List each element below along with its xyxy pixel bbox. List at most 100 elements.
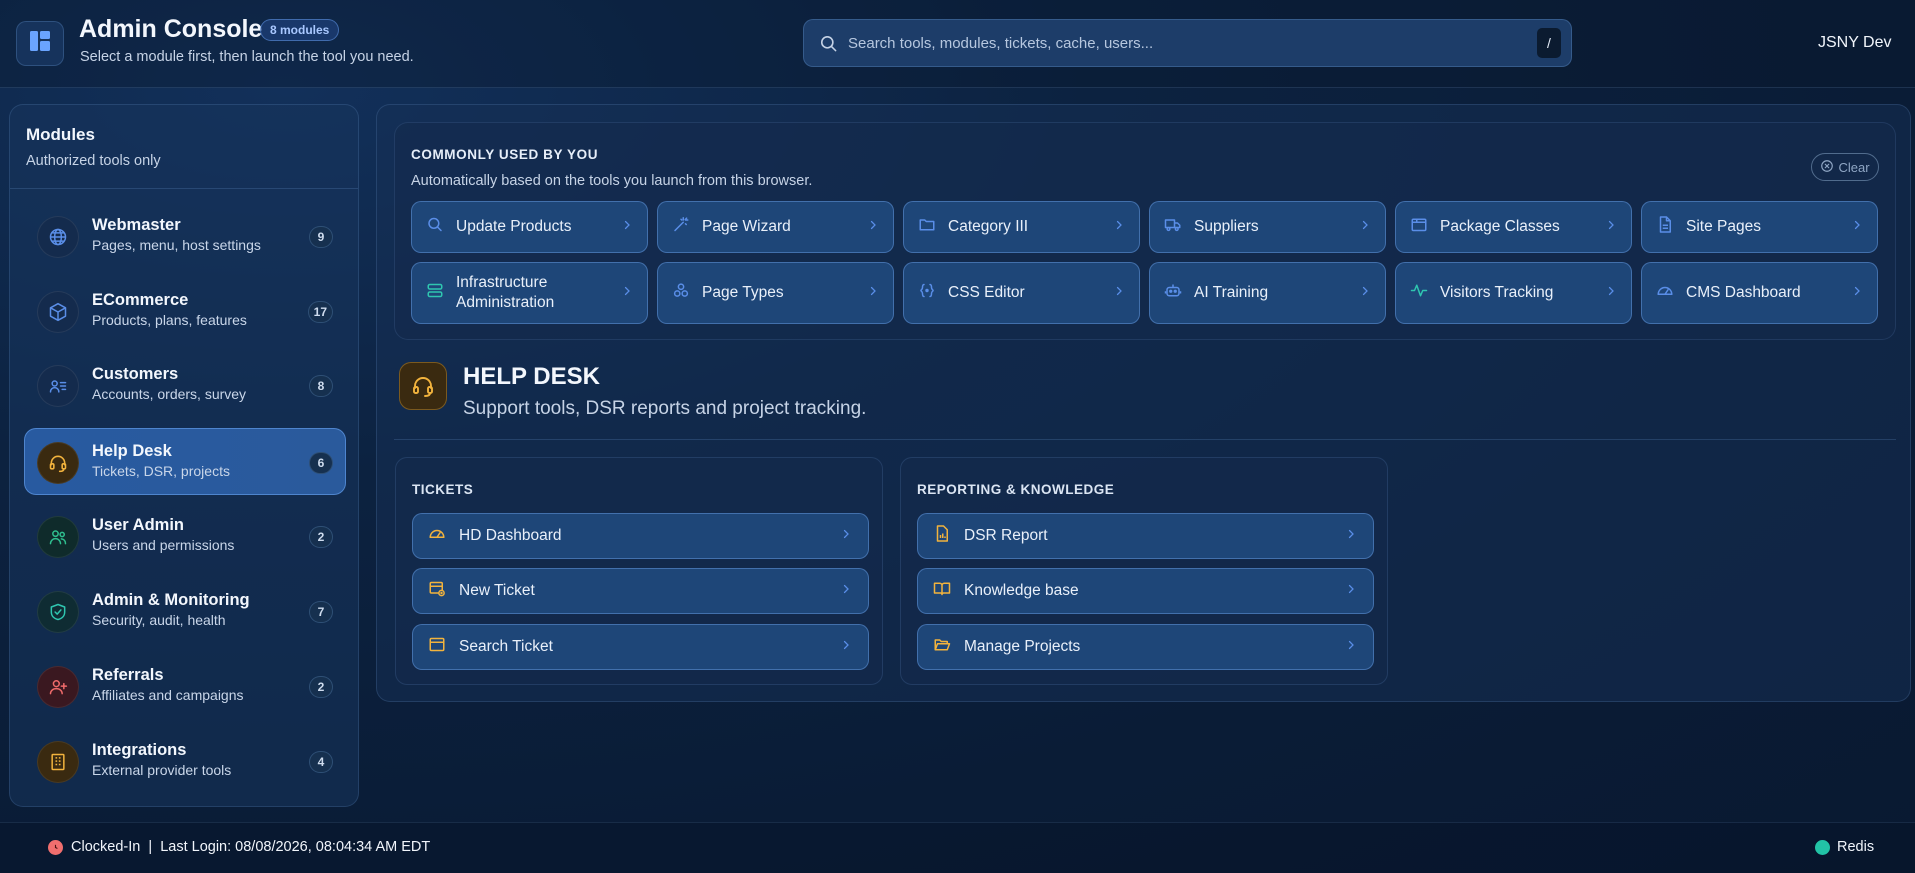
tool-label: HD Dashboard bbox=[459, 527, 562, 544]
sidebar-item-user-admin[interactable]: User Admin Users and permissions 2 bbox=[24, 502, 346, 569]
tool-label: CMS Dashboard bbox=[1686, 284, 1801, 301]
tool-label: Suppliers bbox=[1194, 218, 1259, 235]
tool-dsr-report[interactable]: DSR Report bbox=[917, 513, 1374, 559]
section-subtitle: Automatically based on the tools you lau… bbox=[411, 173, 813, 189]
module-name: ECommerce bbox=[92, 291, 189, 309]
tool-label: Page Wizard bbox=[702, 218, 791, 235]
user-menu[interactable]: JSNY Dev bbox=[1818, 34, 1892, 52]
tool-label: Infrastructure Administration bbox=[456, 274, 555, 311]
group-tickets: TICKETS HD Dashboard New Ticket Search T… bbox=[395, 457, 883, 685]
robot-icon bbox=[1164, 282, 1182, 305]
app-subtitle: Select a module first, then launch the t… bbox=[80, 49, 414, 65]
folder-open-icon bbox=[933, 636, 951, 659]
chevron-right-icon bbox=[1113, 218, 1125, 236]
module-name: User Admin bbox=[92, 516, 184, 534]
chevron-right-icon bbox=[621, 284, 633, 302]
chevron-right-icon bbox=[867, 284, 879, 302]
module-name: Admin & Monitoring bbox=[92, 591, 250, 609]
main-panel: COMMONLY USED BY YOU Automatically based… bbox=[376, 104, 1911, 702]
recent-tool-site-pages[interactable]: Site Pages bbox=[1641, 201, 1878, 253]
tool-search-ticket[interactable]: Search Ticket bbox=[412, 624, 869, 670]
ticket-plus-icon bbox=[428, 580, 446, 603]
tool-new-ticket[interactable]: New Ticket bbox=[412, 568, 869, 614]
recent-tool-visitors-tracking[interactable]: Visitors Tracking bbox=[1395, 262, 1632, 324]
clock-status-icon bbox=[48, 840, 63, 855]
headset-icon bbox=[37, 442, 79, 484]
tool-label: Update Products bbox=[456, 218, 572, 235]
sidebar-item-customers[interactable]: Customers Accounts, orders, survey 8 bbox=[24, 351, 346, 418]
chevron-right-icon bbox=[840, 638, 852, 656]
chevron-right-icon bbox=[1345, 582, 1357, 600]
recent-tool-update-products[interactable]: Update Products bbox=[411, 201, 648, 253]
sidebar-item-webmaster[interactable]: Webmaster Pages, menu, host settings 9 bbox=[24, 202, 346, 269]
clear-label: Clear bbox=[1838, 159, 1870, 175]
sidebar-item-integrations[interactable]: Integrations External provider tools 4 bbox=[24, 727, 346, 794]
recent-tool-package-classes[interactable]: Package Classes bbox=[1395, 201, 1632, 253]
module-description: Products, plans, features bbox=[92, 312, 247, 328]
module-description: Affiliates and campaigns bbox=[92, 687, 244, 703]
section-title: COMMONLY USED BY YOU bbox=[411, 147, 599, 162]
redis-label[interactable]: Redis bbox=[1837, 839, 1874, 855]
search-icon bbox=[819, 34, 838, 58]
book-icon bbox=[933, 580, 951, 603]
recent-tool-infrastructure-administration[interactable]: Infrastructure Administration bbox=[411, 262, 648, 324]
recent-tool-page-types[interactable]: Page Types bbox=[657, 262, 894, 324]
module-description: Accounts, orders, survey bbox=[92, 386, 247, 402]
window-icon bbox=[428, 636, 446, 659]
sidebar-item-admin-monitoring[interactable]: Admin & Monitoring Security, audit, heal… bbox=[24, 577, 346, 644]
recent-tool-page-wizard[interactable]: Page Wizard bbox=[657, 201, 894, 253]
module-name: Webmaster bbox=[92, 216, 181, 234]
tool-label: Page Types bbox=[702, 284, 784, 301]
sidebar-title: Modules bbox=[26, 125, 95, 144]
module-description: Pages, menu, host settings bbox=[92, 237, 261, 253]
tool-label: CSS Editor bbox=[948, 284, 1025, 301]
module-count-badge: 2 bbox=[309, 526, 333, 548]
search-input[interactable] bbox=[848, 20, 1488, 66]
tool-hd-dashboard[interactable]: HD Dashboard bbox=[412, 513, 869, 559]
commonly-used-section: COMMONLY USED BY YOU Automatically based… bbox=[394, 122, 1896, 340]
module-subtitle: Support tools, DSR reports and project t… bbox=[463, 398, 867, 419]
headset-icon bbox=[399, 362, 447, 410]
module-count-badge: 7 bbox=[309, 601, 333, 623]
tool-knowledge-base[interactable]: Knowledge base bbox=[917, 568, 1374, 614]
recent-tool-suppliers[interactable]: Suppliers bbox=[1149, 201, 1386, 253]
section-divider bbox=[394, 439, 1896, 440]
sidebar-item-ecommerce[interactable]: ECommerce Products, plans, features 17 bbox=[24, 277, 346, 344]
user-plus-icon bbox=[37, 666, 79, 708]
module-count-badge: 2 bbox=[309, 676, 333, 698]
cube-icon bbox=[37, 291, 79, 333]
recent-tool-ai-training[interactable]: AI Training bbox=[1149, 262, 1386, 324]
recent-tool-css-editor[interactable]: CSS Editor bbox=[903, 262, 1140, 324]
tool-label: Package Classes bbox=[1440, 218, 1560, 235]
group-reporting-knowledge: REPORTING & KNOWLEDGE DSR Report Knowled… bbox=[900, 457, 1388, 685]
sidebar-item-help-desk[interactable]: Help Desk Tickets, DSR, projects 6 bbox=[24, 428, 346, 495]
recent-tool-category-iii[interactable]: Category III bbox=[903, 201, 1140, 253]
chevron-right-icon bbox=[840, 582, 852, 600]
building-icon bbox=[37, 741, 79, 783]
package-icon bbox=[1410, 216, 1428, 239]
sidebar-item-referrals[interactable]: Referrals Affiliates and campaigns 2 bbox=[24, 652, 346, 719]
status-footer: Clocked-In | Last Login: 08/08/2026, 08:… bbox=[0, 822, 1915, 873]
module-title: HELP DESK bbox=[463, 363, 600, 390]
chevron-right-icon bbox=[1359, 284, 1371, 302]
app-logo[interactable] bbox=[16, 21, 64, 66]
global-search[interactable]: / bbox=[803, 19, 1572, 67]
top-header: Admin Console 8 modules Select a module … bbox=[0, 0, 1915, 88]
recent-tool-cms-dashboard[interactable]: CMS Dashboard bbox=[1641, 262, 1878, 324]
globe-icon bbox=[37, 216, 79, 258]
report-icon bbox=[933, 525, 951, 548]
chevron-right-icon bbox=[1851, 218, 1863, 236]
chevron-right-icon bbox=[1345, 527, 1357, 545]
module-name: Integrations bbox=[92, 741, 187, 759]
tool-label: AI Training bbox=[1194, 284, 1269, 301]
module-description: External provider tools bbox=[92, 762, 232, 778]
group-title: REPORTING & KNOWLEDGE bbox=[917, 482, 1115, 497]
tool-label: Knowledge base bbox=[964, 582, 1079, 599]
tool-label: Site Pages bbox=[1686, 218, 1761, 235]
shapes-icon bbox=[672, 282, 690, 305]
contacts-icon bbox=[37, 365, 79, 407]
tool-manage-projects[interactable]: Manage Projects bbox=[917, 624, 1374, 670]
file-icon bbox=[1656, 216, 1674, 239]
clear-button[interactable]: Clear bbox=[1811, 153, 1879, 181]
module-description: Tickets, DSR, projects bbox=[92, 463, 230, 479]
